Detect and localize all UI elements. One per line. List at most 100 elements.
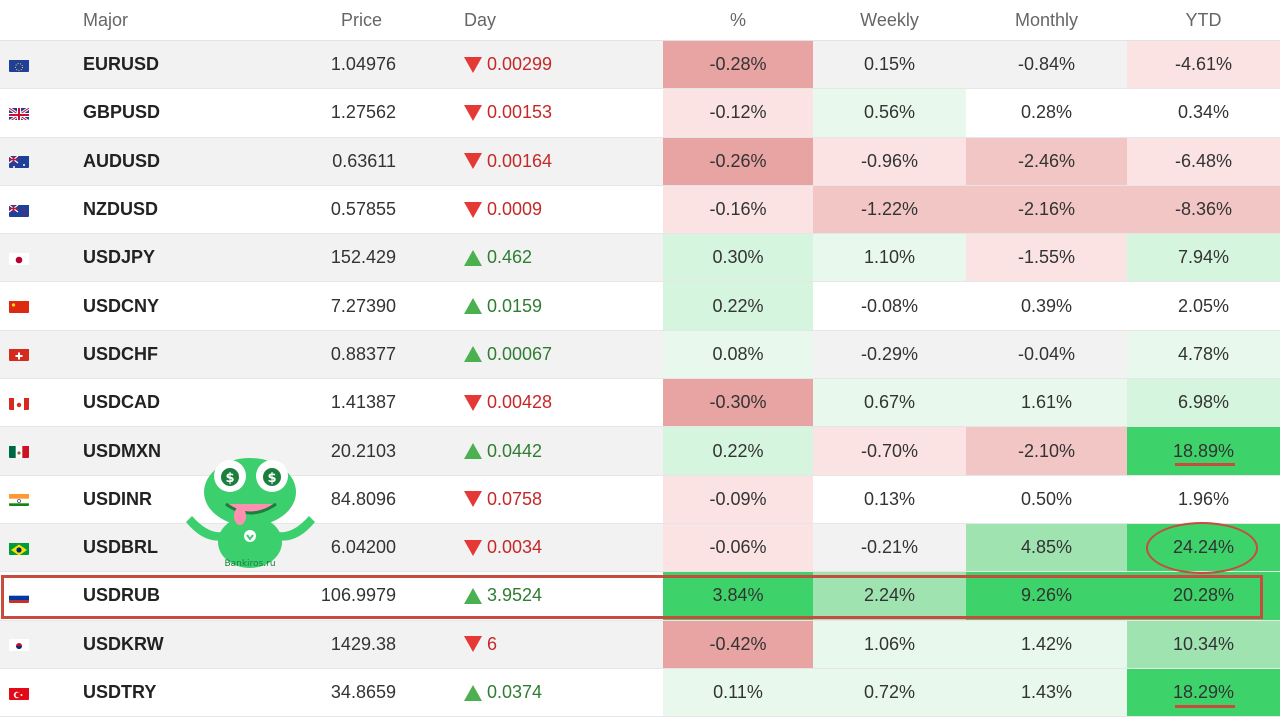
- ytd-change: 20.28%: [1127, 572, 1280, 620]
- header-percent[interactable]: %: [663, 0, 813, 40]
- price-value: 152.429: [330, 247, 396, 268]
- day-change-value: 0.00153: [487, 102, 553, 123]
- ytd-change: 18.29%: [1127, 668, 1280, 717]
- day-change-value: 0.0442: [487, 440, 543, 461]
- day-change: 0.00428: [464, 379, 664, 426]
- percent-change: 0.30%: [663, 234, 813, 282]
- percent-change: 0.22%: [663, 282, 813, 330]
- percent-change: -0.28%: [663, 41, 813, 89]
- percent-change: 0.22%: [663, 427, 813, 475]
- jp-flag-icon: [9, 251, 29, 265]
- day-change-value: 0.462: [487, 247, 533, 268]
- weekly-change: 0.56%: [813, 89, 966, 137]
- percent-change: -0.12%: [663, 89, 813, 137]
- table-row[interactable]: NZDUSD 0.57855 0.0009 -0.16% -1.22% -2.16% -8.…: [0, 185, 1280, 235]
- weekly-change: 0.15%: [863, 54, 916, 75]
- table-body: EURUSD 1.04976 0.00299 -0.28% 0.15% -0.84% -4.…: [0, 41, 1280, 718]
- monthly-change: 0.39%: [1020, 295, 1073, 316]
- day-change: 0.0758: [464, 476, 664, 523]
- percent-change: -0.30%: [663, 379, 813, 427]
- price-value: 7.27390: [330, 295, 396, 316]
- flag-cell: [6, 138, 32, 185]
- monthly-change: -1.55%: [966, 234, 1127, 282]
- kr-flag-icon: [9, 637, 29, 652]
- arrow-down-icon: [464, 153, 482, 170]
- ytd-change: 0.34%: [1177, 102, 1230, 123]
- flag-cell: [6, 379, 32, 426]
- table-row[interactable]: USDCNY 7.27390 0.0159 0.22% -0.08% 0.39% 2.05%: [0, 282, 1280, 331]
- arrow-down-icon: [464, 394, 482, 411]
- ytd-change: 24.24%: [1127, 523, 1280, 572]
- flag-cell: [6, 524, 32, 571]
- day-change-value: 0.0758: [487, 488, 543, 509]
- weekly-change: -0.21%: [860, 537, 919, 558]
- monthly-change: -2.10%: [966, 427, 1127, 475]
- day-change: 0.0009: [464, 186, 664, 233]
- price-value: 20.2103: [330, 440, 396, 461]
- weekly-change: 0.13%: [863, 488, 916, 509]
- flag-cell: [6, 476, 32, 523]
- arrow-down-icon: [464, 539, 482, 556]
- day-change: 0.00299: [464, 41, 664, 88]
- day-change: 0.462: [464, 234, 664, 281]
- table-row[interactable]: USDMXN 20.2103 0.0442 0.22% -0.70% -2.10% 18.8…: [0, 427, 1280, 476]
- weekly-change: 2.24%: [813, 572, 966, 620]
- day-change: 0.0442: [464, 427, 664, 474]
- day-change-value: 0.0034: [487, 537, 543, 558]
- table-row[interactable]: USDKRW 1429.38 6 -0.42% 1.06% 1.42% 10.34%: [0, 620, 1280, 669]
- percent-change: -0.16%: [663, 185, 813, 234]
- table-row[interactable]: USDBRL 6.04200 0.0034 -0.06% -0.21% 4.85% 24.2…: [0, 523, 1280, 573]
- price-value: 84.8096: [330, 488, 396, 509]
- day-change: 0.0374: [464, 669, 664, 716]
- table-row[interactable]: USDJPY 152.429 0.462 0.30% 1.10% -1.55% 7.94%: [0, 234, 1280, 283]
- weekly-change: -0.29%: [860, 343, 919, 364]
- monthly-change: 1.43%: [966, 668, 1127, 717]
- monthly-change: 1.42%: [966, 620, 1127, 668]
- table-row[interactable]: AUDUSD 0.63611 0.00164 -0.26% -0.96% -2.46% -6…: [0, 137, 1280, 186]
- table-row[interactable]: USDINR 84.8096 0.0758 -0.09% 0.13% 0.50% 1.96%: [0, 475, 1280, 524]
- arrow-up-icon: [464, 443, 482, 460]
- flag-cell: [6, 282, 32, 329]
- tr-flag-icon: [9, 686, 29, 700]
- day-change: 0.00153: [464, 89, 664, 136]
- table-row[interactable]: USDCHF 0.88377 0.00067 0.08% -0.29% -0.04% 4.7…: [0, 330, 1280, 380]
- ytd-change: 10.34%: [1127, 620, 1280, 668]
- percent-change: -0.42%: [663, 620, 813, 668]
- arrow-down-icon: [464, 201, 482, 218]
- monthly-change: -0.04%: [1017, 343, 1076, 364]
- day-change-value: 0.00067: [487, 343, 553, 364]
- monthly-change: 9.26%: [966, 572, 1127, 620]
- mx-flag-icon: [9, 444, 29, 459]
- day-change: 0.0034: [464, 524, 664, 571]
- nz-flag-icon: [9, 203, 29, 217]
- au-flag-icon: [9, 154, 29, 169]
- arrow-up-icon: [464, 298, 482, 315]
- day-change-value: 0.00164: [487, 150, 553, 171]
- header-price[interactable]: Price: [240, 0, 396, 40]
- weekly-change: 1.06%: [813, 620, 966, 668]
- percent-change: 0.11%: [663, 668, 813, 717]
- flag-cell: [6, 669, 32, 716]
- header-weekly[interactable]: Weekly: [813, 0, 966, 40]
- header-ytd[interactable]: YTD: [1127, 0, 1280, 40]
- table-row[interactable]: EURUSD 1.04976 0.00299 -0.28% 0.15% -0.84% -4.…: [0, 41, 1280, 90]
- monthly-change: -2.16%: [966, 185, 1127, 234]
- flag-cell: [6, 41, 32, 88]
- cn-flag-icon: [9, 299, 29, 314]
- ru-flag-icon: [9, 589, 29, 603]
- header-monthly[interactable]: Monthly: [966, 0, 1127, 40]
- table-row[interactable]: USDTRY 34.8659 0.0374 0.11% 0.72% 1.43% 18.29%: [0, 668, 1280, 718]
- table-row[interactable]: USDRUB 106.9979 3.9524 3.84% 2.24% 9.26% 20.28…: [0, 572, 1280, 621]
- flag-cell: [6, 89, 32, 136]
- arrow-up-icon: [464, 346, 482, 363]
- arrow-down-icon: [464, 491, 482, 508]
- weekly-change: 0.67%: [813, 379, 966, 427]
- table-row[interactable]: USDCAD 1.41387 0.00428 -0.30% 0.67% 1.61% 6.98…: [0, 379, 1280, 428]
- flag-cell: [6, 186, 32, 233]
- weekly-change: -0.70%: [813, 427, 966, 475]
- arrow-up-icon: [464, 249, 482, 266]
- table-row[interactable]: GBPUSD 1.27562 0.00153 -0.12% 0.56% 0.28% 0.34…: [0, 89, 1280, 138]
- header-day[interactable]: Day: [464, 0, 664, 40]
- flag-cell: [6, 331, 32, 378]
- br-flag-icon: [9, 541, 29, 555]
